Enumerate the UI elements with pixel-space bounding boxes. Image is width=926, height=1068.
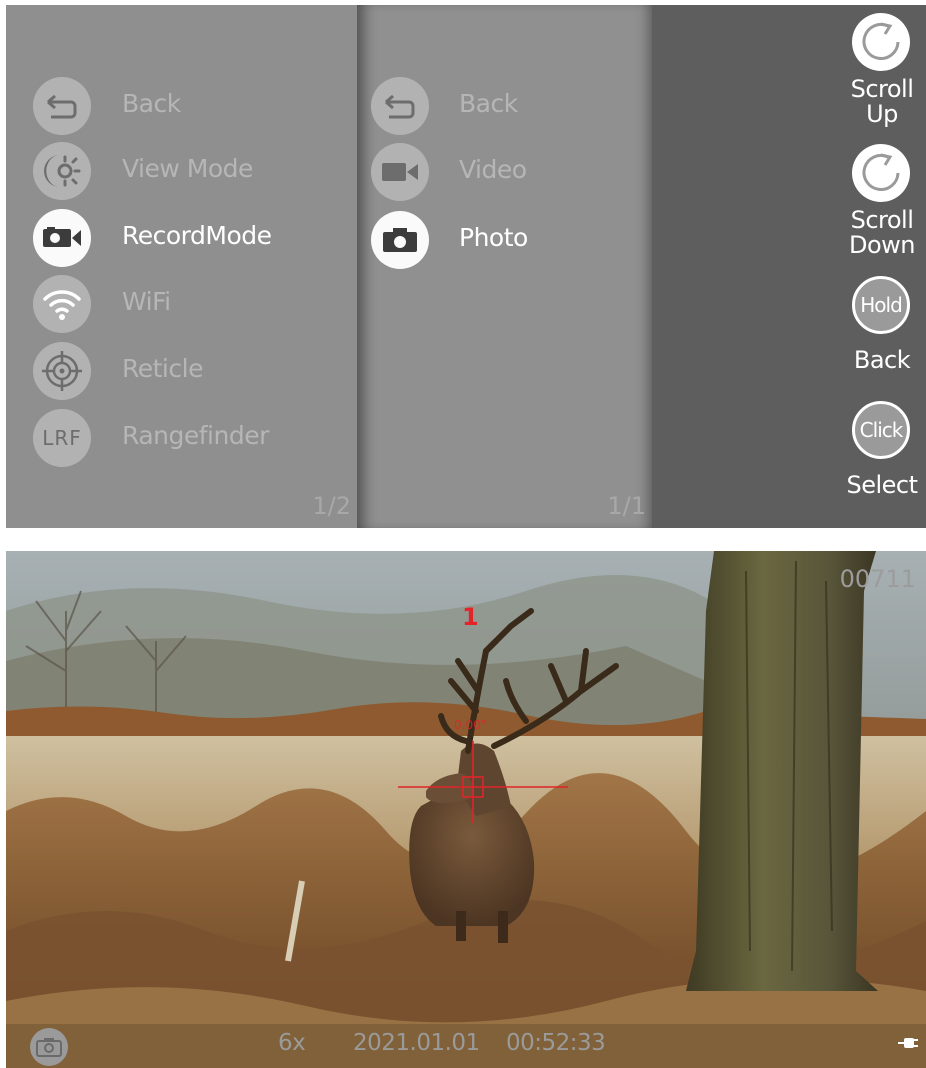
viewfinder: 0.00° 00711 1 6x 2021.01.01 00:52:33 <box>6 551 926 1068</box>
click-select-label: Select <box>846 471 918 499</box>
page-indicator: 1/2 <box>312 492 351 520</box>
date-display: 2021.01.01 <box>353 1030 480 1056</box>
scroll-up-icon[interactable] <box>852 13 910 71</box>
control-hints: Scroll Up Scroll Down Hold Back Click Se… <box>652 5 926 528</box>
submenu-item-label: Photo <box>459 223 528 252</box>
hold-back-label: Back <box>853 346 911 374</box>
sub-menu: Back Video Photo 1/1 <box>357 5 652 528</box>
main-menu: Back View Mode RecordMode WiFi Reticle L… <box>6 5 357 528</box>
scroll-down-label: Scroll Down <box>848 206 916 259</box>
menu-item-view-mode[interactable]: View Mode <box>6 142 346 204</box>
menu-item-label: WiFi <box>122 287 171 316</box>
time-display: 00:52:33 <box>506 1030 606 1056</box>
svg-text:0.00°: 0.00° <box>454 718 487 732</box>
menu-item-wifi[interactable]: WiFi <box>6 275 346 337</box>
menu-panel: Back View Mode RecordMode WiFi Reticle L… <box>6 5 926 528</box>
reticle-icon <box>33 342 91 400</box>
menu-item-label: Rangefinder <box>122 421 269 450</box>
frame-counter: 00711 <box>839 565 916 593</box>
photo-camera-icon <box>371 211 429 269</box>
reticle-number: 1 <box>462 603 479 631</box>
submenu-item-back[interactable]: Back <box>357 77 647 139</box>
menu-item-label: RecordMode <box>122 221 272 250</box>
submenu-item-label: Back <box>459 89 518 118</box>
menu-item-rangefinder[interactable]: LRF Rangefinder <box>6 409 346 471</box>
plug-icon <box>898 1038 918 1048</box>
video-camera-icon <box>371 143 429 201</box>
view-mode-icon <box>33 142 91 200</box>
status-bar: 6x 2021.01.01 00:52:33 <box>6 1024 926 1068</box>
click-gesture-icon[interactable]: Click <box>852 401 910 459</box>
wifi-icon <box>33 275 91 333</box>
submenu-item-photo[interactable]: Photo <box>357 211 647 273</box>
back-arrow-icon <box>371 77 429 135</box>
menu-item-back[interactable]: Back <box>6 77 346 139</box>
zoom-level: 6x <box>278 1030 306 1056</box>
submenu-item-video[interactable]: Video <box>357 143 647 205</box>
record-mode-icon <box>33 209 91 267</box>
rangefinder-icon: LRF <box>33 409 91 467</box>
page-indicator: 1/1 <box>607 492 646 520</box>
submenu-item-label: Video <box>459 155 527 184</box>
scroll-down-icon[interactable] <box>852 144 910 202</box>
menu-item-label: Back <box>122 89 181 118</box>
back-arrow-icon <box>33 77 91 135</box>
menu-item-label: View Mode <box>122 154 253 183</box>
menu-item-reticle[interactable]: Reticle <box>6 342 346 404</box>
photo-camera-icon <box>30 1028 68 1066</box>
hold-gesture-icon[interactable]: Hold <box>852 276 910 334</box>
menu-item-label: Reticle <box>122 354 203 383</box>
menu-item-record-mode[interactable]: RecordMode <box>6 209 346 271</box>
scroll-up-label: Scroll Up <box>850 75 914 128</box>
